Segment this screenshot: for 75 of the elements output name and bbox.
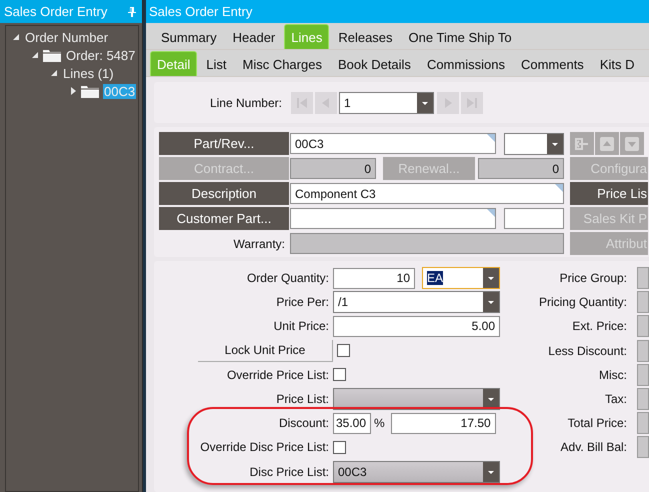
tab[interactable]: Kits D — [592, 51, 642, 76]
dropdown[interactable] — [504, 132, 564, 154]
input-field[interactable]: 35.00 — [333, 412, 371, 434]
folder-icon — [81, 84, 99, 98]
input-field[interactable]: Component C3 — [290, 183, 564, 204]
input-field[interactable] — [637, 436, 649, 458]
corner-flag-icon — [555, 184, 563, 192]
field-label: Tax: — [604, 392, 628, 406]
field-label: Price Group: — [558, 271, 628, 286]
input-field[interactable] — [504, 208, 564, 229]
pin-icon[interactable] — [128, 6, 136, 16]
input-field[interactable] — [637, 412, 649, 434]
expander-icon[interactable] — [50, 69, 58, 77]
field-label: Line Number: — [208, 96, 282, 110]
corner-flag-icon — [487, 209, 495, 217]
input-field[interactable] — [637, 291, 649, 314]
checkbox[interactable] — [333, 368, 346, 382]
expander-icon[interactable] — [69, 87, 77, 95]
form-button[interactable]: Part/Rev... — [159, 132, 289, 155]
field-label: Price List: — [275, 392, 330, 406]
tab[interactable]: Releases — [331, 24, 400, 49]
tab[interactable]: One Time Ship To — [402, 24, 519, 49]
unit-dropdown[interactable]: EA — [422, 267, 500, 290]
tab[interactable]: Book Details — [330, 51, 418, 76]
input-field[interactable]: 10 — [333, 268, 415, 289]
panel-title: Sales Order Entry — [4, 4, 108, 19]
dropdown[interactable]: /1 — [333, 291, 500, 314]
input-field[interactable]: 5.00 — [333, 316, 500, 337]
input-field[interactable] — [637, 340, 649, 362]
input-field[interactable] — [637, 364, 649, 386]
field-label: Price Per: — [275, 295, 330, 310]
tree-item[interactable]: Order: 5487 — [65, 48, 136, 62]
side-button[interactable]: Price Lis — [570, 182, 648, 205]
field-label: Less Discount: — [547, 344, 628, 358]
field-label: Adv. Bill Bal: — [560, 440, 628, 454]
input-field[interactable] — [637, 388, 649, 410]
form-button[interactable]: Customer Part... — [159, 207, 289, 230]
form-button[interactable]: Description — [159, 182, 289, 205]
field-label: Order Quantity: — [246, 271, 330, 286]
percent-sign: % — [374, 416, 385, 430]
tree-item[interactable]: Order Number — [24, 30, 110, 44]
checkbox[interactable] — [333, 440, 346, 454]
folder-icon — [43, 48, 61, 62]
tab[interactable]: Misc Charges — [235, 51, 329, 76]
tab[interactable]: Comments — [514, 51, 591, 76]
field-label: Discount: — [278, 416, 330, 430]
field-label: Unit Price: — [272, 319, 330, 334]
field-label: Disc Price List: — [248, 464, 330, 479]
field-label: Warranty: — [232, 236, 286, 250]
input-field[interactable]: 00C3 — [290, 133, 496, 154]
field-label: Misc: — [598, 368, 628, 382]
window-title: Sales Order Entry — [146, 0, 649, 23]
field-label: Total Price: — [566, 416, 628, 430]
expander-icon[interactable] — [12, 33, 20, 41]
tree-item[interactable]: Lines (1) — [62, 66, 115, 80]
checkbox[interactable] — [337, 344, 350, 358]
corner-flag-icon — [487, 134, 495, 142]
field-label: Pricing Quantity: — [538, 295, 628, 310]
input-field[interactable]: 0 — [290, 158, 376, 179]
field-label: Override Disc Price List: — [199, 440, 330, 454]
tab[interactable]: Commissions — [420, 51, 512, 76]
field-label: Ext. Price: — [571, 319, 628, 334]
input-field[interactable] — [290, 233, 564, 254]
tab[interactable]: Header — [226, 24, 282, 49]
lock-unit-price-button[interactable]: Lock Unit Price — [198, 340, 333, 362]
tab[interactable]: List — [199, 51, 234, 76]
input-field[interactable]: 0 — [478, 158, 564, 179]
input-field[interactable]: 17.50 — [390, 412, 496, 434]
input-field[interactable] — [637, 267, 649, 290]
tab[interactable]: Summary — [154, 24, 224, 49]
expander-icon[interactable] — [31, 51, 39, 59]
input-field[interactable] — [637, 315, 649, 338]
input-field[interactable] — [290, 208, 496, 229]
line-number-dropdown[interactable]: 1 — [339, 92, 434, 114]
field-label: Override Price List: — [226, 368, 330, 382]
